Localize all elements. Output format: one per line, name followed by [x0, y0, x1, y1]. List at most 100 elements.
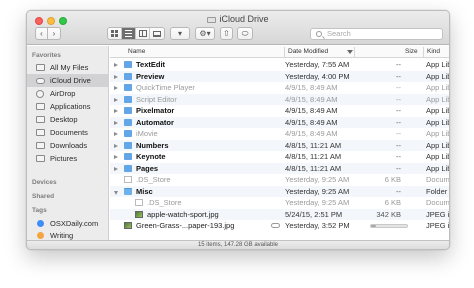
file-row[interactable]: Keynote 4/8/15, 11:21 AM -- App Library	[110, 151, 449, 163]
action-gear-button[interactable]: ⚙▾	[195, 27, 215, 40]
file-date-modified: 4/8/15, 11:21 AM	[285, 163, 342, 173]
list-view-button[interactable]	[122, 28, 136, 39]
sidebar-item-label: Applications	[50, 102, 91, 111]
file-kind: JPEG image	[426, 209, 450, 219]
disclosure-closed-icon[interactable]	[114, 143, 118, 148]
disclosure-closed-icon[interactable]	[114, 109, 118, 113]
sidebar-item-applications[interactable]: Applications	[27, 100, 108, 113]
column-divider[interactable]	[423, 47, 424, 57]
arrange-button[interactable]: ▾	[170, 27, 190, 40]
file-size: 6 KB	[384, 198, 401, 207]
file-size: --	[396, 140, 401, 150]
window-title-text: iCloud Drive	[219, 14, 269, 24]
file-date-modified: Yesterday, 7:55 AM	[285, 60, 350, 69]
disclosure-closed-icon[interactable]	[114, 74, 118, 79]
tag-color-icon	[37, 232, 44, 239]
sidebar-heading-favorites: Favorites	[32, 52, 61, 59]
file-kind: App Library	[426, 140, 449, 150]
desktop-icon	[36, 116, 45, 123]
sidebar-item-downloads[interactable]: Downloads	[27, 139, 108, 152]
file-row[interactable]: QuickTime Player 4/9/15, 8:49 AM -- App Lib…	[110, 82, 449, 94]
file-kind: App Library	[426, 117, 449, 127]
file-row[interactable]: Numbers 4/8/15, 11:21 AM -- App Library	[110, 139, 449, 151]
download-progress-fill	[371, 225, 377, 227]
file-list: Name Date Modified Size Kind TextEdit Yes…	[110, 46, 450, 243]
file-name: QuickTime Player	[136, 83, 195, 92]
column-divider[interactable]	[284, 47, 285, 57]
sidebar-item-label: iCloud Drive	[50, 76, 91, 85]
column-size-header[interactable]: Size	[405, 48, 418, 55]
file-kind: App Library	[426, 83, 449, 92]
sidebar-tag-label: Writing	[50, 231, 74, 240]
file-name: TextEdit	[136, 60, 166, 69]
column-view-button[interactable]	[136, 28, 150, 39]
disclosure-closed-icon[interactable]	[114, 120, 118, 125]
file-row[interactable]: Green-Grass-...paper-193.jpg Yesterday, 3…	[110, 220, 449, 232]
back-button[interactable]: ‹	[35, 27, 48, 40]
file-kind: App Library	[426, 71, 449, 81]
file-row[interactable]: .DS_Store Yesterday, 9:25 AM 6 KB Document	[110, 174, 449, 186]
title-bar: iCloud Drive ‹ › ▾ ⚙▾ ⇧ ⬭ Search	[27, 11, 449, 45]
file-date-modified: 4/9/15, 8:49 AM	[285, 106, 338, 115]
forward-button[interactable]: ›	[48, 27, 61, 40]
disclosure-closed-icon[interactable]	[114, 132, 118, 136]
column-kind-header[interactable]: Kind	[427, 48, 440, 55]
airdrop-icon	[36, 90, 44, 98]
file-row[interactable]: iMovie 4/9/15, 8:49 AM -- App Library	[110, 128, 449, 140]
finder-window: iCloud Drive ‹ › ▾ ⚙▾ ⇧ ⬭ Search Favorit…	[26, 10, 450, 250]
file-kind: Folder	[426, 186, 448, 196]
sidebar-item-airdrop[interactable]: AirDrop	[27, 87, 108, 100]
folder-icon	[124, 187, 132, 195]
icon-view-button[interactable]	[108, 28, 122, 39]
icloud-download-icon[interactable]	[271, 223, 280, 228]
file-row[interactable]: TextEdit Yesterday, 7:55 AM -- App Library	[110, 59, 449, 71]
sidebar-item-pictures[interactable]: Pictures	[27, 152, 108, 165]
disclosure-closed-icon[interactable]	[114, 166, 118, 171]
sidebar-heading-tags: Tags	[32, 207, 47, 214]
document-file-icon	[135, 199, 143, 206]
app-library-folder-icon	[124, 164, 132, 172]
file-size: --	[396, 83, 401, 92]
column-name-header[interactable]: Name	[128, 48, 145, 55]
file-row[interactable]: Pixelmator 4/9/15, 8:49 AM -- App Library	[110, 105, 449, 117]
file-row[interactable]: Script Editor 4/9/15, 8:49 AM -- App Librar…	[110, 93, 449, 105]
status-bar: 15 items, 147.28 GB available	[27, 240, 449, 249]
disclosure-closed-icon[interactable]	[114, 63, 118, 67]
file-size: 6 KB	[384, 175, 401, 184]
file-name: .DS_Store	[136, 175, 171, 184]
sidebar-item-desktop[interactable]: Desktop	[27, 113, 108, 126]
search-input[interactable]: Search	[310, 28, 443, 40]
downloads-icon	[36, 142, 45, 149]
pictures-icon	[36, 155, 45, 162]
disclosure-closed-icon[interactable]	[114, 86, 118, 90]
sidebar-heading-shared: Shared	[32, 193, 55, 200]
file-row[interactable]: Automator 4/9/15, 8:49 AM -- App Library	[110, 116, 449, 128]
disclosure-closed-icon[interactable]	[114, 155, 118, 159]
cover-flow-button[interactable]	[150, 28, 164, 39]
sidebar-item-label: All My Files	[50, 63, 89, 72]
sidebar-item-documents[interactable]: Documents	[27, 126, 108, 139]
file-size: --	[396, 117, 401, 127]
file-row[interactable]: apple-watch-sport.jpg 5/24/15, 2:51 PM 342…	[110, 208, 450, 220]
file-date-modified: 4/9/15, 8:49 AM	[285, 129, 338, 138]
file-row[interactable]: Preview Yesterday, 4:00 PM -- App Library	[110, 70, 449, 82]
file-kind: Document	[426, 198, 450, 207]
file-date-modified: Yesterday, 9:25 AM	[285, 198, 350, 207]
column-divider[interactable]	[354, 47, 355, 57]
file-row[interactable]: Pages 4/8/15, 11:21 AM -- App Library	[110, 162, 449, 174]
file-name: Misc	[136, 186, 153, 196]
edit-tags-button[interactable]: ⬭	[237, 27, 253, 40]
sidebar-item-all-my-files[interactable]: All My Files	[27, 61, 108, 74]
file-row[interactable]: .DS_Store Yesterday, 9:25 AM 6 KB Document	[110, 197, 450, 209]
sidebar-item-icloud-drive[interactable]: iCloud Drive	[27, 74, 108, 87]
disclosure-open-icon[interactable]	[114, 190, 118, 195]
share-button[interactable]: ⇧	[220, 27, 233, 40]
column-date-header[interactable]: Date Modified	[288, 48, 328, 55]
cover-flow-icon	[153, 30, 161, 37]
file-size: --	[396, 60, 401, 69]
file-row[interactable]: Misc Yesterday, 9:25 AM -- Folder	[110, 185, 449, 197]
file-kind: App Library	[426, 163, 449, 173]
file-date-modified: 5/24/15, 2:51 PM	[285, 209, 343, 219]
disclosure-closed-icon[interactable]	[114, 97, 118, 102]
file-size: --	[396, 186, 401, 196]
